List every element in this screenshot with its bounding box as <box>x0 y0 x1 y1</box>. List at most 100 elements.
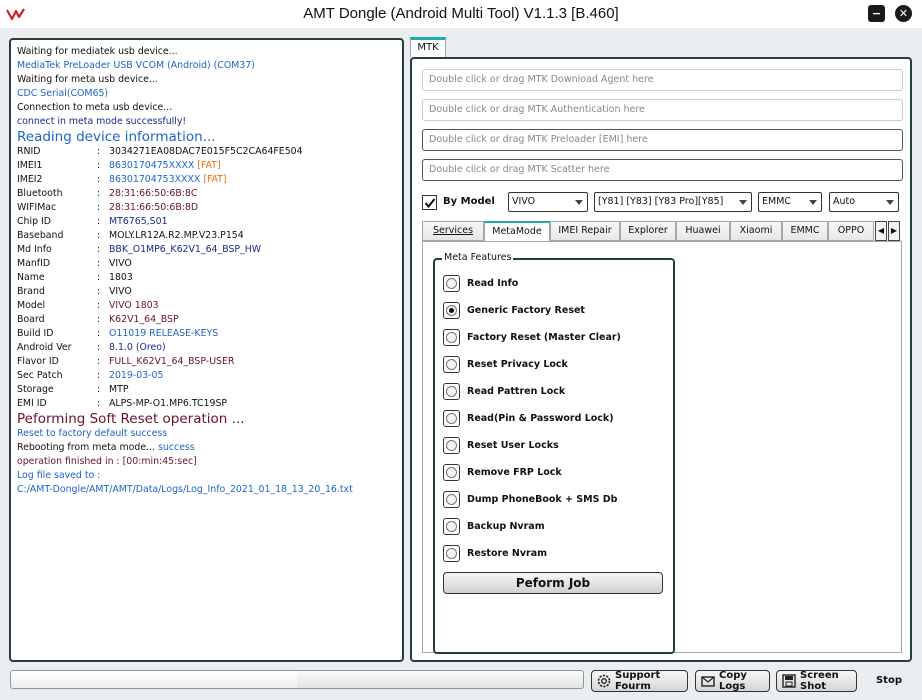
info-key: IMEI2 <box>17 174 43 185</box>
meta-option[interactable]: Factory Reset (Master Clear) <box>443 328 621 347</box>
radio-button[interactable] <box>443 329 460 346</box>
radio-button[interactable] <box>443 518 460 535</box>
tab-oppo[interactable]: OPPO <box>828 221 874 241</box>
tab-scroll-right-icon[interactable]: ▶ <box>888 221 900 241</box>
log-text: Waiting for mediatek usb device... <box>17 46 178 57</box>
perform-job-button[interactable]: Peform Job <box>443 572 663 594</box>
meta-option-label: Restore Nvram <box>467 548 548 559</box>
brand-select[interactable]: VIVO <box>508 192 588 212</box>
info-key: Bluetooth <box>17 188 63 199</box>
reset-success-text: Reset to factory default success <box>17 428 168 439</box>
info-row: IMEI1:8630170475XXXX [FAT] <box>17 159 396 173</box>
info-value: 1803 <box>109 272 133 283</box>
log-line: Peforming Soft Reset operation ... <box>17 411 396 427</box>
meta-option[interactable]: Read(Pin & Password Lock) <box>443 409 614 428</box>
info-key: Chip ID <box>17 216 52 227</box>
info-row: Brand: VIVO <box>17 285 396 299</box>
scatter-field[interactable]: Double click or drag MTK Scatter here <box>422 159 903 181</box>
info-row: WIFIMac:28:31:66:50:6B:8D <box>17 201 396 215</box>
radio-button[interactable] <box>443 302 460 319</box>
meta-option[interactable]: Restore Nvram <box>443 544 547 563</box>
model-select[interactable]: [Y81] [Y83] [Y83 Pro][Y85] <box>594 192 752 212</box>
info-separator: : <box>97 146 101 157</box>
info-key: Flavor ID <box>17 356 59 367</box>
info-row: RNID:3034271EA08DAC7E015F5C2CA64FE504 <box>17 145 396 159</box>
radio-button[interactable] <box>443 383 460 400</box>
info-value: O11019 RELEASE-KEYS <box>109 328 219 339</box>
info-row: Baseband: MOLY.LR12A.R2.MP.V23.P154 <box>17 229 396 243</box>
info-separator: : <box>97 174 101 185</box>
radio-circle-icon <box>446 467 457 478</box>
mode-select[interactable]: Auto <box>829 192 899 212</box>
radio-button[interactable] <box>443 410 460 427</box>
radio-button[interactable] <box>443 356 460 373</box>
info-value: K62V1_64_BSP <box>109 314 179 325</box>
info-value: VIVO <box>109 286 132 297</box>
radio-button[interactable] <box>443 464 460 481</box>
tab-scroll-left-icon[interactable]: ◀ <box>875 221 887 241</box>
log-line: MediaTek PreLoader USB VCOM (Android) (C… <box>17 59 396 73</box>
meta-option[interactable]: Reset Privacy Lock <box>443 355 568 374</box>
info-separator: : <box>97 370 101 381</box>
rebooting-status: success <box>158 442 195 453</box>
tab-metamode[interactable]: MetaMode <box>484 221 550 241</box>
info-separator: : <box>97 258 101 269</box>
info-key: Baseband <box>17 230 64 241</box>
log-line: connect in meta mode successfully! <box>17 115 396 129</box>
tab-mtk[interactable]: MTK <box>410 37 446 57</box>
storage-select[interactable]: EMMC <box>758 192 822 212</box>
log-line: Reset to factory default success <box>17 427 396 441</box>
info-row: Board: K62V1_64_BSP <box>17 313 396 327</box>
info-value: 28:31:66:50:6B:8D <box>109 202 199 213</box>
authentication-field[interactable]: Double click or drag MTK Authentication … <box>422 99 903 121</box>
by-model-checkbox[interactable] <box>422 195 437 210</box>
support-forum-button[interactable]: Support Fourm <box>591 670 688 692</box>
meta-option[interactable]: Read Pattren Lock <box>443 382 565 401</box>
tab-huawei[interactable]: Huawei <box>676 221 730 241</box>
log-panel[interactable]: Waiting for mediatek usb device... MediaT… <box>9 38 404 662</box>
operation-finished-text: operation finished in : [00:min:45:sec] <box>17 456 197 467</box>
meta-option[interactable]: Remove FRP Lock <box>443 463 562 482</box>
meta-option[interactable]: Reset User Locks <box>443 436 559 455</box>
radio-circle-icon <box>446 278 457 289</box>
meta-option[interactable]: Dump PhoneBook + SMS Db <box>443 490 617 509</box>
tab-explorer[interactable]: Explorer <box>620 221 676 241</box>
meta-option-label: Read(Pin & Password Lock) <box>467 413 614 424</box>
chevron-down-icon <box>809 200 817 205</box>
download-agent-field[interactable]: Double click or drag MTK Download Agent … <box>422 69 903 91</box>
log-line: Waiting for mediatek usb device... <box>17 45 396 59</box>
close-button[interactable]: ✕ <box>895 5 912 22</box>
log-line: Waiting for meta usb device... <box>17 73 396 87</box>
radio-button[interactable] <box>443 275 460 292</box>
tab-services[interactable]: Services <box>422 221 484 241</box>
info-value: VIVO 1803 <box>109 300 159 311</box>
mode-select-value: Auto <box>833 196 856 207</box>
screenshot-button[interactable]: Screen Shot <box>776 670 857 692</box>
meta-option-label: Dump PhoneBook + SMS Db <box>467 494 618 505</box>
rebooting-text: Rebooting from meta mode... <box>17 442 156 453</box>
radio-button[interactable] <box>443 437 460 454</box>
radio-button[interactable] <box>443 491 460 508</box>
title-bar: AMT Dongle (Android Multi Tool) V1.1.3 [… <box>0 0 922 28</box>
tab-imei-repair[interactable]: IMEI Repair <box>550 221 620 241</box>
meta-option[interactable]: Read Info <box>443 274 518 293</box>
preloader-field[interactable]: Double click or drag MTK Preloader [EMI]… <box>422 129 903 151</box>
copy-logs-button[interactable]: Copy Logs <box>695 670 770 692</box>
info-key: RNID <box>17 146 41 157</box>
radio-circle-icon <box>446 494 457 505</box>
stop-button[interactable]: Stop <box>866 670 912 692</box>
radio-circle-icon <box>446 548 457 559</box>
minimize-button[interactable]: − <box>868 5 885 22</box>
meta-option[interactable]: Backup Nvram <box>443 517 545 536</box>
soft-reset-header: Peforming Soft Reset operation ... <box>17 411 245 427</box>
log-text: Reading device information... <box>17 129 216 145</box>
camera-icon <box>782 674 796 688</box>
info-row: Build ID: O11019 RELEASE-KEYS <box>17 327 396 341</box>
info-separator: : <box>97 230 101 241</box>
tab-emmc[interactable]: EMMC <box>782 221 828 241</box>
info-tag: [FAT] <box>203 174 227 185</box>
meta-option[interactable]: Generic Factory Reset <box>443 301 585 320</box>
log-line: operation finished in : [00:min:45:sec] <box>17 455 396 469</box>
tab-xiaomi[interactable]: Xiaomi <box>730 221 782 241</box>
radio-button[interactable] <box>443 545 460 562</box>
